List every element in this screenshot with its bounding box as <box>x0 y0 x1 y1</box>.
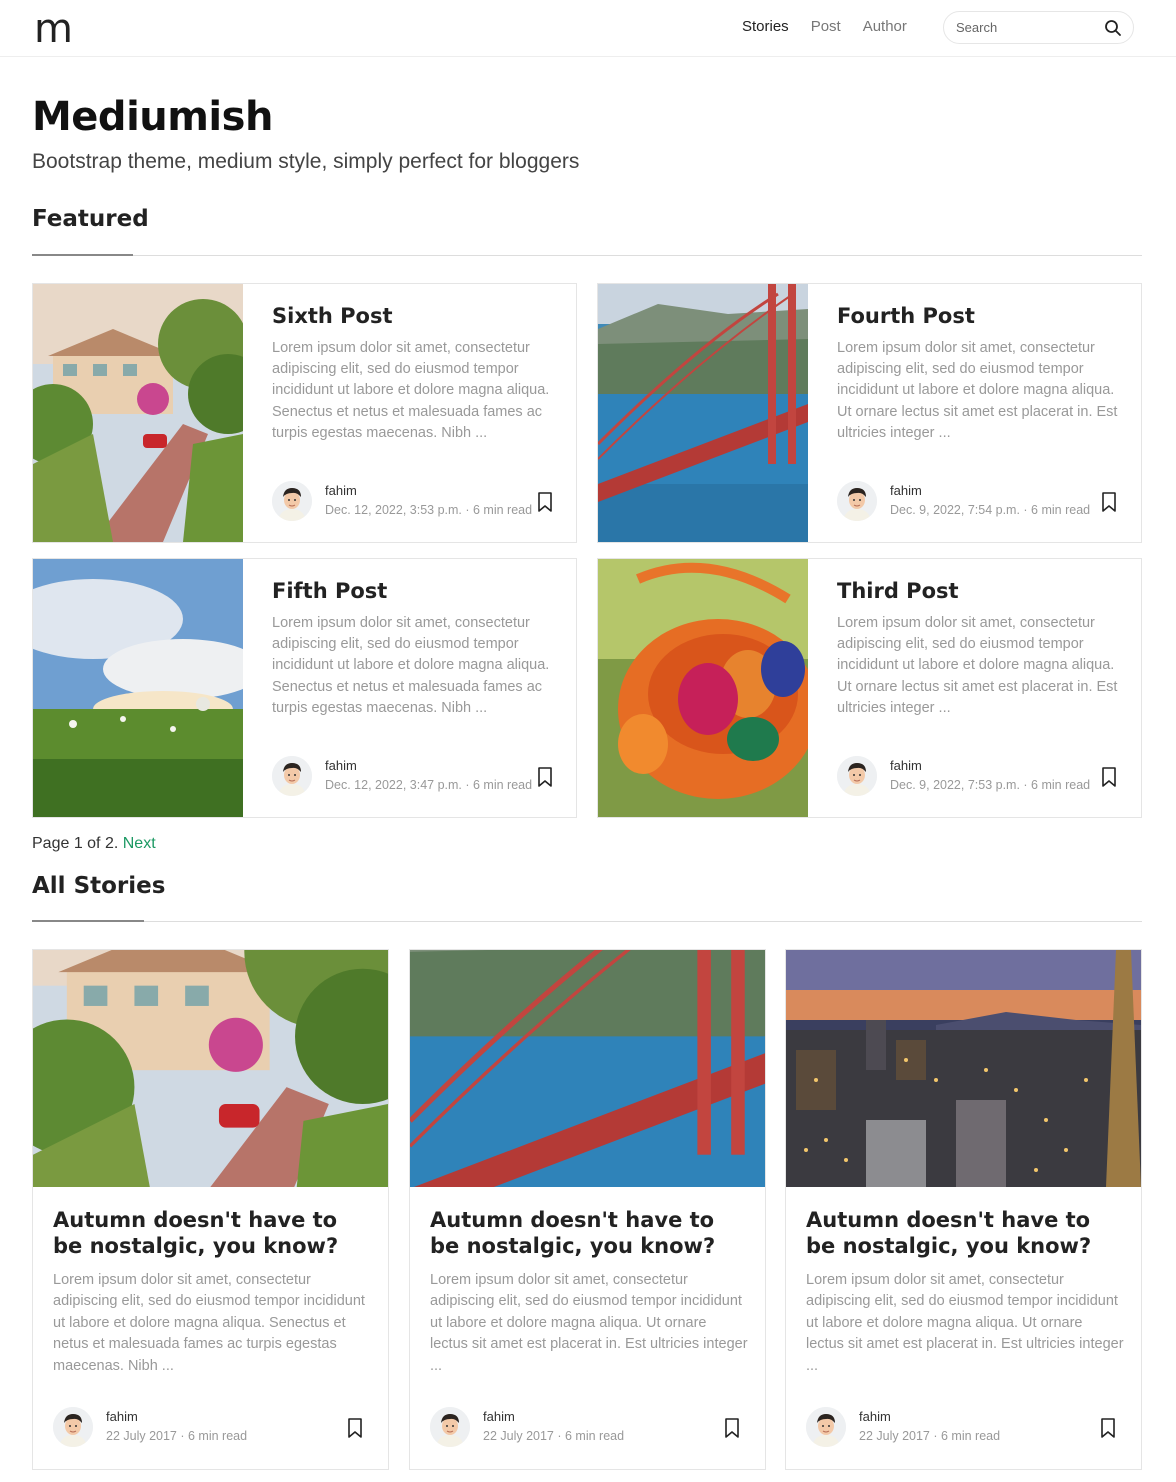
author-name[interactable]: fahim <box>890 758 1090 773</box>
featured-heading: Featured <box>32 206 149 232</box>
featured-card[interactable]: Fifth Post Lorem ipsum dolor sit amet, c… <box>32 558 577 818</box>
post-meta: fahim 22 July 2017 · 6 min read <box>430 1407 624 1447</box>
nav-link-stories[interactable]: Stories <box>742 18 789 35</box>
featured-card-title[interactable]: Fourth Post <box>837 304 1122 328</box>
post-meta: fahim 22 July 2017 · 6 min read <box>53 1407 247 1447</box>
navbar: m Stories Post Author <box>0 0 1176 57</box>
bookmark-icon[interactable] <box>537 492 553 512</box>
post-meta: fahim Dec. 9, 2022, 7:53 p.m. · 6 min re… <box>837 756 1090 796</box>
search-box <box>943 11 1134 44</box>
featured-card-title[interactable]: Fifth Post <box>272 579 557 603</box>
bookmark-icon[interactable] <box>724 1418 740 1438</box>
pagination-text: Page 1 of 2. <box>32 835 123 852</box>
featured-card[interactable]: Sixth Post Lorem ipsum dolor sit amet, c… <box>32 283 577 543</box>
featured-card-image[interactable] <box>598 284 808 542</box>
bookmark-icon[interactable] <box>537 767 553 787</box>
post-date-readtime: 22 July 2017 · 6 min read <box>483 1429 625 1443</box>
featured-card-image[interactable] <box>33 559 243 817</box>
all-stories-heading: All Stories <box>32 873 166 899</box>
story-card-title[interactable]: Autumn doesn't have to be nostalgic, you… <box>430 1207 745 1259</box>
story-card-image[interactable] <box>410 950 765 1187</box>
avatar[interactable] <box>430 1407 470 1447</box>
story-card[interactable]: Autumn doesn't have to be nostalgic, you… <box>785 949 1142 1470</box>
post-date-readtime: Dec. 12, 2022, 3:47 p.m. · 6 min read <box>325 778 533 792</box>
author-name[interactable]: fahim <box>859 1409 1000 1424</box>
nav-link-post[interactable]: Post <box>811 18 841 35</box>
avatar[interactable] <box>837 756 877 796</box>
search-input[interactable] <box>956 20 1096 35</box>
story-card[interactable]: Autumn doesn't have to be nostalgic, you… <box>409 949 766 1470</box>
author-name[interactable]: fahim <box>483 1409 624 1424</box>
bookmark-icon[interactable] <box>1101 767 1117 787</box>
all-stories-divider <box>32 920 1142 922</box>
story-card-image[interactable] <box>33 950 388 1187</box>
post-meta: fahim 22 July 2017 · 6 min read <box>806 1407 1000 1447</box>
pagination-next-link[interactable]: Next <box>123 835 156 852</box>
featured-card-excerpt: Lorem ipsum dolor sit amet, consectetur … <box>837 340 1118 441</box>
post-meta: fahim Dec. 9, 2022, 7:54 p.m. · 6 min re… <box>837 481 1090 521</box>
post-date-readtime: 22 July 2017 · 6 min read <box>859 1429 1001 1443</box>
story-card[interactable]: Autumn doesn't have to be nostalgic, you… <box>32 949 389 1470</box>
featured-divider <box>32 254 1142 256</box>
bookmark-icon[interactable] <box>1101 492 1117 512</box>
author-name[interactable]: fahim <box>890 483 1090 498</box>
story-card-excerpt: Lorem ipsum dolor sit amet, consectetur … <box>53 1272 365 1374</box>
post-date-readtime: Dec. 9, 2022, 7:53 p.m. · 6 min read <box>890 778 1091 792</box>
avatar[interactable] <box>272 756 312 796</box>
post-date-readtime: 22 July 2017 · 6 min read <box>106 1429 248 1443</box>
featured-card-title[interactable]: Third Post <box>837 579 1122 603</box>
featured-card-excerpt: Lorem ipsum dolor sit amet, consectetur … <box>272 340 550 441</box>
featured-card-image[interactable] <box>33 284 243 542</box>
nav-links: Stories Post Author <box>742 18 929 35</box>
story-card-title[interactable]: Autumn doesn't have to be nostalgic, you… <box>53 1207 368 1259</box>
post-meta: fahim Dec. 12, 2022, 3:53 p.m. · 6 min r… <box>272 481 532 521</box>
post-date-readtime: Dec. 12, 2022, 3:53 p.m. · 6 min read <box>325 503 533 517</box>
story-card-excerpt: Lorem ipsum dolor sit amet, consectetur … <box>806 1272 1124 1374</box>
featured-card-image[interactable] <box>598 559 808 817</box>
bookmark-icon[interactable] <box>347 1418 363 1438</box>
post-date-readtime: Dec. 9, 2022, 7:54 p.m. · 6 min read <box>890 503 1091 517</box>
avatar[interactable] <box>53 1407 93 1447</box>
avatar[interactable] <box>837 481 877 521</box>
nav-link-author[interactable]: Author <box>863 18 907 35</box>
featured-card[interactable]: Fourth Post Lorem ipsum dolor sit amet, … <box>597 283 1142 543</box>
featured-card-title[interactable]: Sixth Post <box>272 304 557 328</box>
featured-card-excerpt: Lorem ipsum dolor sit amet, consectetur … <box>837 615 1118 716</box>
author-name[interactable]: fahim <box>325 483 532 498</box>
brand-logo[interactable]: m <box>34 6 73 52</box>
story-card-excerpt: Lorem ipsum dolor sit amet, consectetur … <box>430 1272 748 1374</box>
search-icon[interactable] <box>1103 18 1123 38</box>
story-card-image[interactable] <box>786 950 1141 1187</box>
story-card-title[interactable]: Autumn doesn't have to be nostalgic, you… <box>806 1207 1121 1259</box>
site-title: Mediumish <box>32 94 273 140</box>
avatar[interactable] <box>806 1407 846 1447</box>
featured-card[interactable]: Third Post Lorem ipsum dolor sit amet, c… <box>597 558 1142 818</box>
bookmark-icon[interactable] <box>1100 1418 1116 1438</box>
pagination: Page 1 of 2. Next <box>32 835 156 853</box>
author-name[interactable]: fahim <box>325 758 532 773</box>
avatar[interactable] <box>272 481 312 521</box>
site-tagline: Bootstrap theme, medium style, simply pe… <box>32 150 580 173</box>
featured-card-excerpt: Lorem ipsum dolor sit amet, consectetur … <box>272 615 550 716</box>
author-name[interactable]: fahim <box>106 1409 247 1424</box>
post-meta: fahim Dec. 12, 2022, 3:47 p.m. · 6 min r… <box>272 756 532 796</box>
